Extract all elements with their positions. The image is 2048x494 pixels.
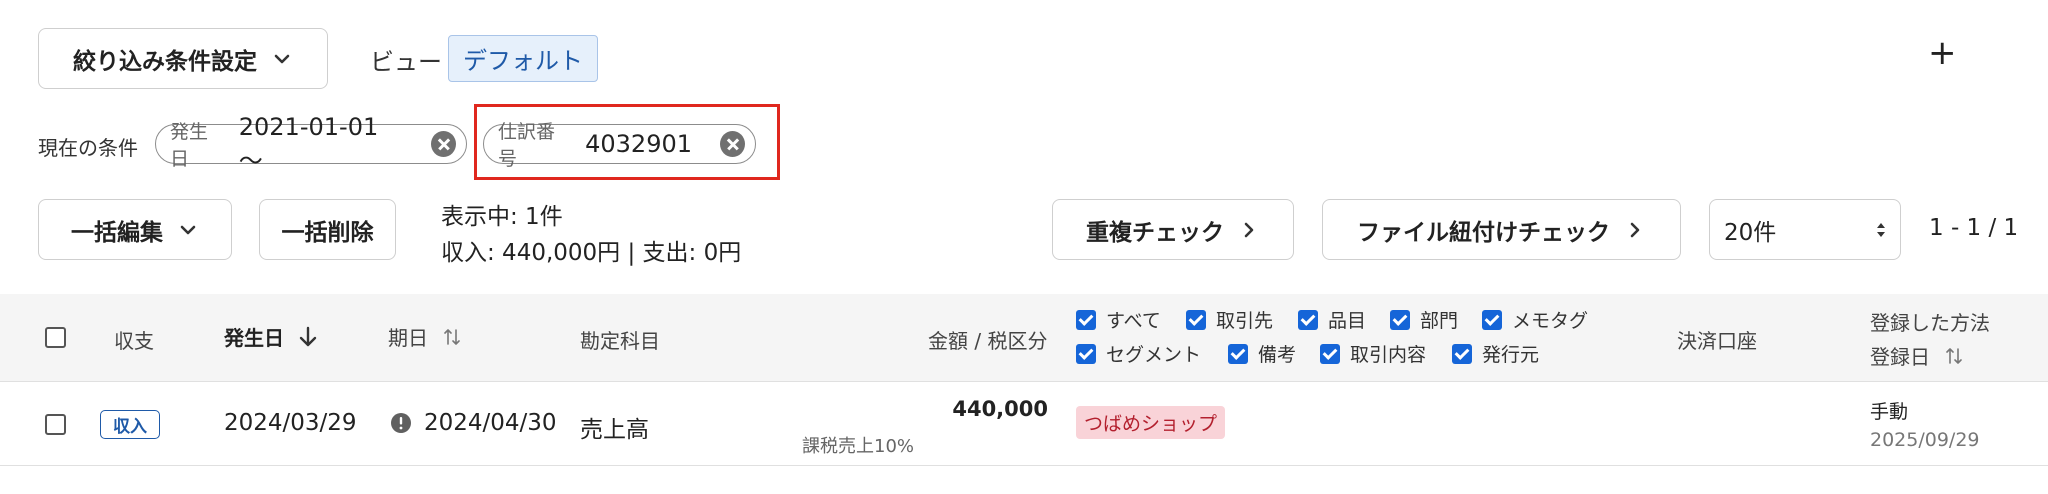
file-link-check-button[interactable]: ファイル紐付けチェック [1322,199,1681,260]
header-registered-date: 登録日 [1870,345,1930,369]
chip-value: 2021-01-01 〜 [238,112,379,175]
header-date-sort[interactable]: 発生日 [224,322,318,351]
column-option-all[interactable]: すべて [1076,306,1161,333]
option-label: メモタグ [1512,310,1589,332]
row-registered-method: 手動 [1870,401,1909,423]
partner-tag: つばめショップ [1076,406,1226,439]
header-due-sort[interactable]: 期日 [388,322,460,351]
header-registered-method: 登録した方法 [1870,311,1990,335]
header-type: 収支 [114,329,154,353]
row-checkbox[interactable] [45,414,66,435]
column-option-item[interactable]: 品目 [1298,306,1366,333]
header-account: 勘定科目 [580,329,660,353]
column-option-memo-tag[interactable]: メモタグ [1482,306,1588,333]
option-label: 備考 [1258,344,1297,366]
view-label: ビュー [370,48,442,76]
checkbox-checked [1186,309,1206,330]
checkbox-checked [1076,309,1096,330]
page-size-value: 20件 [1724,219,1777,246]
row-tax-category: 課税売上10% [802,436,915,457]
checkbox-checked [1482,309,1502,330]
column-option-partner[interactable]: 取引先 [1186,306,1273,333]
header-due: 期日 [388,326,428,350]
row-registered-date: 2025/09/29 [1870,429,1980,451]
sort-icon [444,328,460,345]
option-label: 取引先 [1216,310,1274,332]
close-icon[interactable] [720,131,745,157]
arrow-down-icon [299,326,317,346]
view-selector[interactable]: デフォルト [448,35,598,82]
page-size-select[interactable]: 20件 [1709,199,1901,260]
column-option-issuer[interactable]: 発行元 [1452,340,1539,367]
view-value: デフォルト [463,47,583,75]
column-option-segment[interactable]: セグメント [1076,340,1201,367]
option-label: すべて [1106,310,1161,332]
add-view-button[interactable]: + [1928,36,1957,70]
option-label: 発行元 [1482,344,1540,366]
option-label: セグメント [1106,344,1202,366]
bulk-delete-button[interactable]: 一括削除 [259,199,396,260]
condition-chip-journal-number: 仕訳番号 4032901 [483,121,756,170]
chip-value: 4032901 [585,130,692,158]
display-count: 表示中: 1件 [441,204,563,230]
file-link-check-label: ファイル紐付けチェック [1357,219,1610,246]
bulk-delete-label: 一括削除 [281,219,374,246]
checkbox-checked [1228,343,1248,364]
condition-chip-date: 発生日 2021-01-01 〜 [155,113,467,175]
chevron-right-icon [1630,222,1640,237]
column-option-note[interactable]: 備考 [1228,340,1296,367]
option-label: 取引内容 [1350,344,1427,366]
checkbox-checked [1452,343,1472,364]
checkbox-checked [1076,343,1096,364]
current-conditions-label: 現在の条件 [38,136,138,160]
header-date: 発生日 [224,326,284,350]
row-due-date: 2024/04/30 [424,410,557,436]
duplicate-check-button[interactable]: 重複チェック [1052,199,1294,260]
checkbox-checked [1298,309,1318,330]
bulk-edit-button[interactable]: 一括編集 [38,199,232,260]
amount-summary: 収入: 440,000円 | 支出: 0円 [441,240,742,266]
bulk-edit-label: 一括編集 [71,219,163,246]
select-all-checkbox[interactable] [45,327,66,348]
pagination-info: 1 - 1 / 1 [1929,215,2019,241]
filter-settings-button[interactable]: 絞り込み条件設定 [38,28,328,89]
header-payment-account: 決済口座 [1677,329,1757,353]
chevron-down-icon [180,225,196,234]
header-amount: 金額 / 税区分 [928,329,1048,353]
chevron-down-icon [274,54,290,63]
row-amount: 440,000 [952,397,1048,421]
option-label: 部門 [1420,310,1459,332]
alert-icon [391,413,411,433]
duplicate-check-label: 重複チェック [1086,219,1224,246]
checkbox-checked [1320,343,1340,364]
row-date: 2024/03/29 [224,410,357,436]
header-registered-date-sort[interactable]: 登録日 [1870,341,1962,370]
close-icon[interactable] [431,131,457,157]
chip-key: 仕訳番号 [498,121,556,170]
sort-icon [1946,347,1962,364]
column-option-transaction-content[interactable]: 取引内容 [1320,340,1426,367]
checkbox-checked [1390,309,1410,330]
filter-settings-label: 絞り込み条件設定 [73,48,257,75]
chevron-right-icon [1244,222,1254,237]
column-option-department[interactable]: 部門 [1390,306,1458,333]
chip-key: 発生日 [170,121,209,170]
option-label: 品目 [1328,310,1367,332]
select-arrows-icon [1877,222,1885,237]
income-badge: 収入 [100,410,160,439]
row-account: 売上高 [580,417,649,443]
